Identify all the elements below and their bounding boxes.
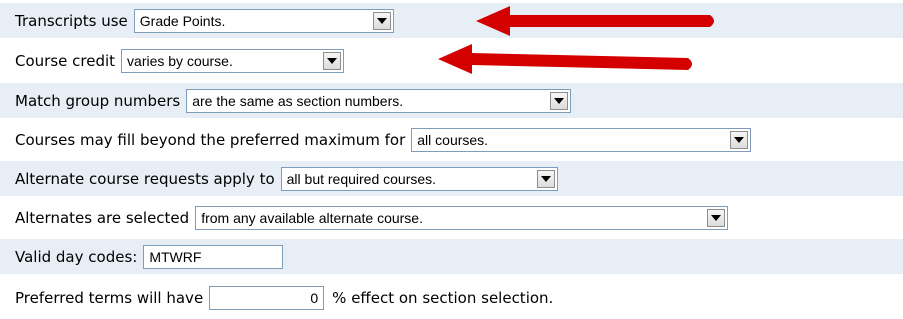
row-courses-may-fill: Courses may fill beyond the preferred ma… (0, 122, 903, 157)
row-valid-day-codes: Valid day codes: MTWRF (0, 239, 903, 274)
transcripts-use-value: Grade Points. (139, 12, 226, 29)
transcripts-use-select[interactable]: Grade Points. (133, 8, 394, 33)
match-group-numbers-select[interactable]: are the same as section numbers. (186, 88, 572, 113)
alternates-selected-label: Alternates are selected (15, 208, 190, 227)
course-credit-select[interactable]: varies by course. (121, 48, 345, 73)
row-alternate-course-requests: Alternate course requests apply to all b… (0, 161, 903, 196)
red-arrow-icon (438, 44, 692, 74)
alternate-course-requests-label: Alternate course requests apply to (15, 169, 275, 188)
valid-day-codes-label: Valid day codes: (15, 247, 138, 266)
chevron-down-icon[interactable] (730, 130, 749, 149)
preferred-terms-input[interactable]: 0 (209, 285, 325, 310)
courses-may-fill-select[interactable]: all courses. (411, 127, 752, 152)
row-transcripts-use: Transcripts use Grade Points. (0, 3, 903, 38)
chevron-down-icon[interactable] (372, 11, 391, 30)
chevron-down-icon[interactable] (536, 169, 555, 188)
courses-may-fill-value: all courses. (417, 131, 489, 148)
match-group-numbers-value: are the same as section numbers. (192, 92, 404, 109)
alternates-selected-select[interactable]: from any available alternate course. (195, 205, 729, 230)
chevron-down-icon[interactable] (323, 51, 342, 70)
alternate-course-requests-select[interactable]: all but required courses. (280, 166, 558, 191)
preferred-terms-suffix: % effect on section selection. (332, 288, 554, 307)
row-match-group-numbers: Match group numbers are the same as sect… (0, 83, 903, 118)
course-credit-label: Course credit (15, 51, 116, 70)
alternate-course-requests-value: all but required courses. (286, 170, 437, 187)
course-credit-value: varies by course. (127, 52, 233, 69)
row-preferred-terms: Preferred terms will have 0 % effect on … (0, 280, 903, 315)
transcripts-use-label: Transcripts use (15, 11, 128, 30)
row-alternates-selected: Alternates are selected from any availab… (0, 200, 903, 235)
alternates-selected-value: from any available alternate course. (201, 209, 423, 226)
red-arrow-icon (476, 6, 714, 36)
chevron-down-icon[interactable] (550, 91, 569, 110)
valid-day-codes-input[interactable]: MTWRF (143, 244, 284, 269)
courses-may-fill-label: Courses may fill beyond the preferred ma… (15, 130, 406, 149)
preferred-terms-label: Preferred terms will have (15, 288, 204, 307)
chevron-down-icon[interactable] (707, 208, 726, 227)
match-group-numbers-label: Match group numbers (15, 91, 181, 110)
